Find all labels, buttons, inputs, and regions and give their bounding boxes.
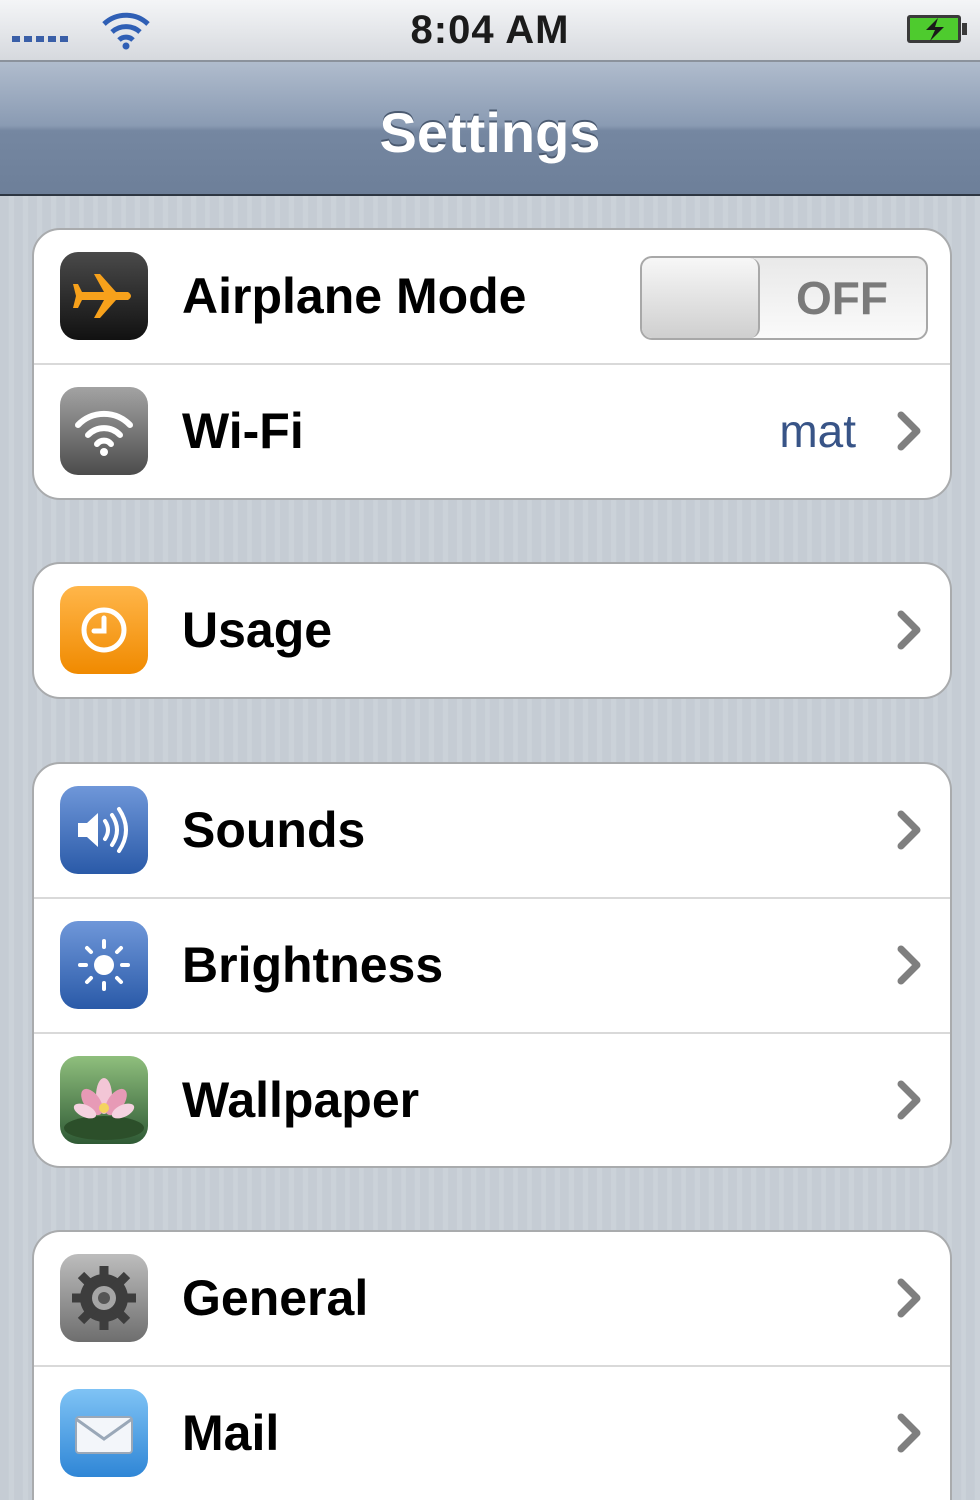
usage-label: Usage [182, 602, 333, 658]
wifi-label: Wi-Fi [182, 403, 304, 459]
chevron-right-icon [897, 1413, 921, 1453]
airplane-icon [60, 252, 148, 340]
chevron-right-icon [897, 610, 921, 650]
navigation-bar: Settings [0, 62, 980, 196]
battery-charging-icon [907, 15, 967, 43]
settings-group-apps: General Mail [32, 1230, 952, 1500]
chevron-right-icon [897, 1278, 921, 1318]
chevron-right-icon [897, 411, 921, 451]
row-wifi[interactable]: Wi-Fi mat [34, 365, 950, 498]
envelope-icon [60, 1389, 148, 1477]
brightness-label: Brightness [182, 937, 444, 993]
row-wallpaper[interactable]: Wallpaper [34, 1034, 950, 1166]
row-brightness[interactable]: Brightness [34, 899, 950, 1034]
sounds-label: Sounds [182, 802, 366, 858]
row-general[interactable]: General [34, 1232, 950, 1367]
gear-icon [60, 1254, 148, 1342]
chevron-right-icon [897, 1080, 921, 1120]
toggle-state-label: OFF [796, 272, 888, 324]
row-mail[interactable]: Mail [34, 1367, 950, 1500]
settings-group-usage: Usage [32, 562, 952, 699]
status-bar: 8:04 AM [0, 0, 980, 62]
speaker-icon [60, 786, 148, 874]
wifi-icon [60, 387, 148, 475]
clock-icon [60, 586, 148, 674]
airplane-mode-label: Airplane Mode [182, 268, 527, 324]
sun-icon [60, 921, 148, 1009]
chevron-right-icon [897, 945, 921, 985]
wallpaper-label: Wallpaper [182, 1072, 420, 1128]
status-clock: 8:04 AM [410, 8, 570, 52]
airplane-mode-toggle[interactable]: OFF [640, 256, 928, 340]
settings-group-connectivity: Airplane Mode OFF Wi-Fi mat [32, 228, 952, 500]
toggle-knob [642, 258, 760, 338]
row-sounds[interactable]: Sounds [34, 764, 950, 899]
row-usage[interactable]: Usage [34, 564, 950, 697]
general-label: General [182, 1270, 369, 1326]
row-airplane-mode[interactable]: Airplane Mode OFF [34, 230, 950, 365]
chevron-right-icon [897, 810, 921, 850]
mail-label: Mail [182, 1405, 280, 1461]
settings-group-display-sound: Sounds Brightness Wallpaper [32, 762, 952, 1168]
flower-icon [60, 1056, 148, 1144]
page-title: Settings [379, 101, 601, 164]
wifi-network-value: mat [779, 405, 856, 457]
